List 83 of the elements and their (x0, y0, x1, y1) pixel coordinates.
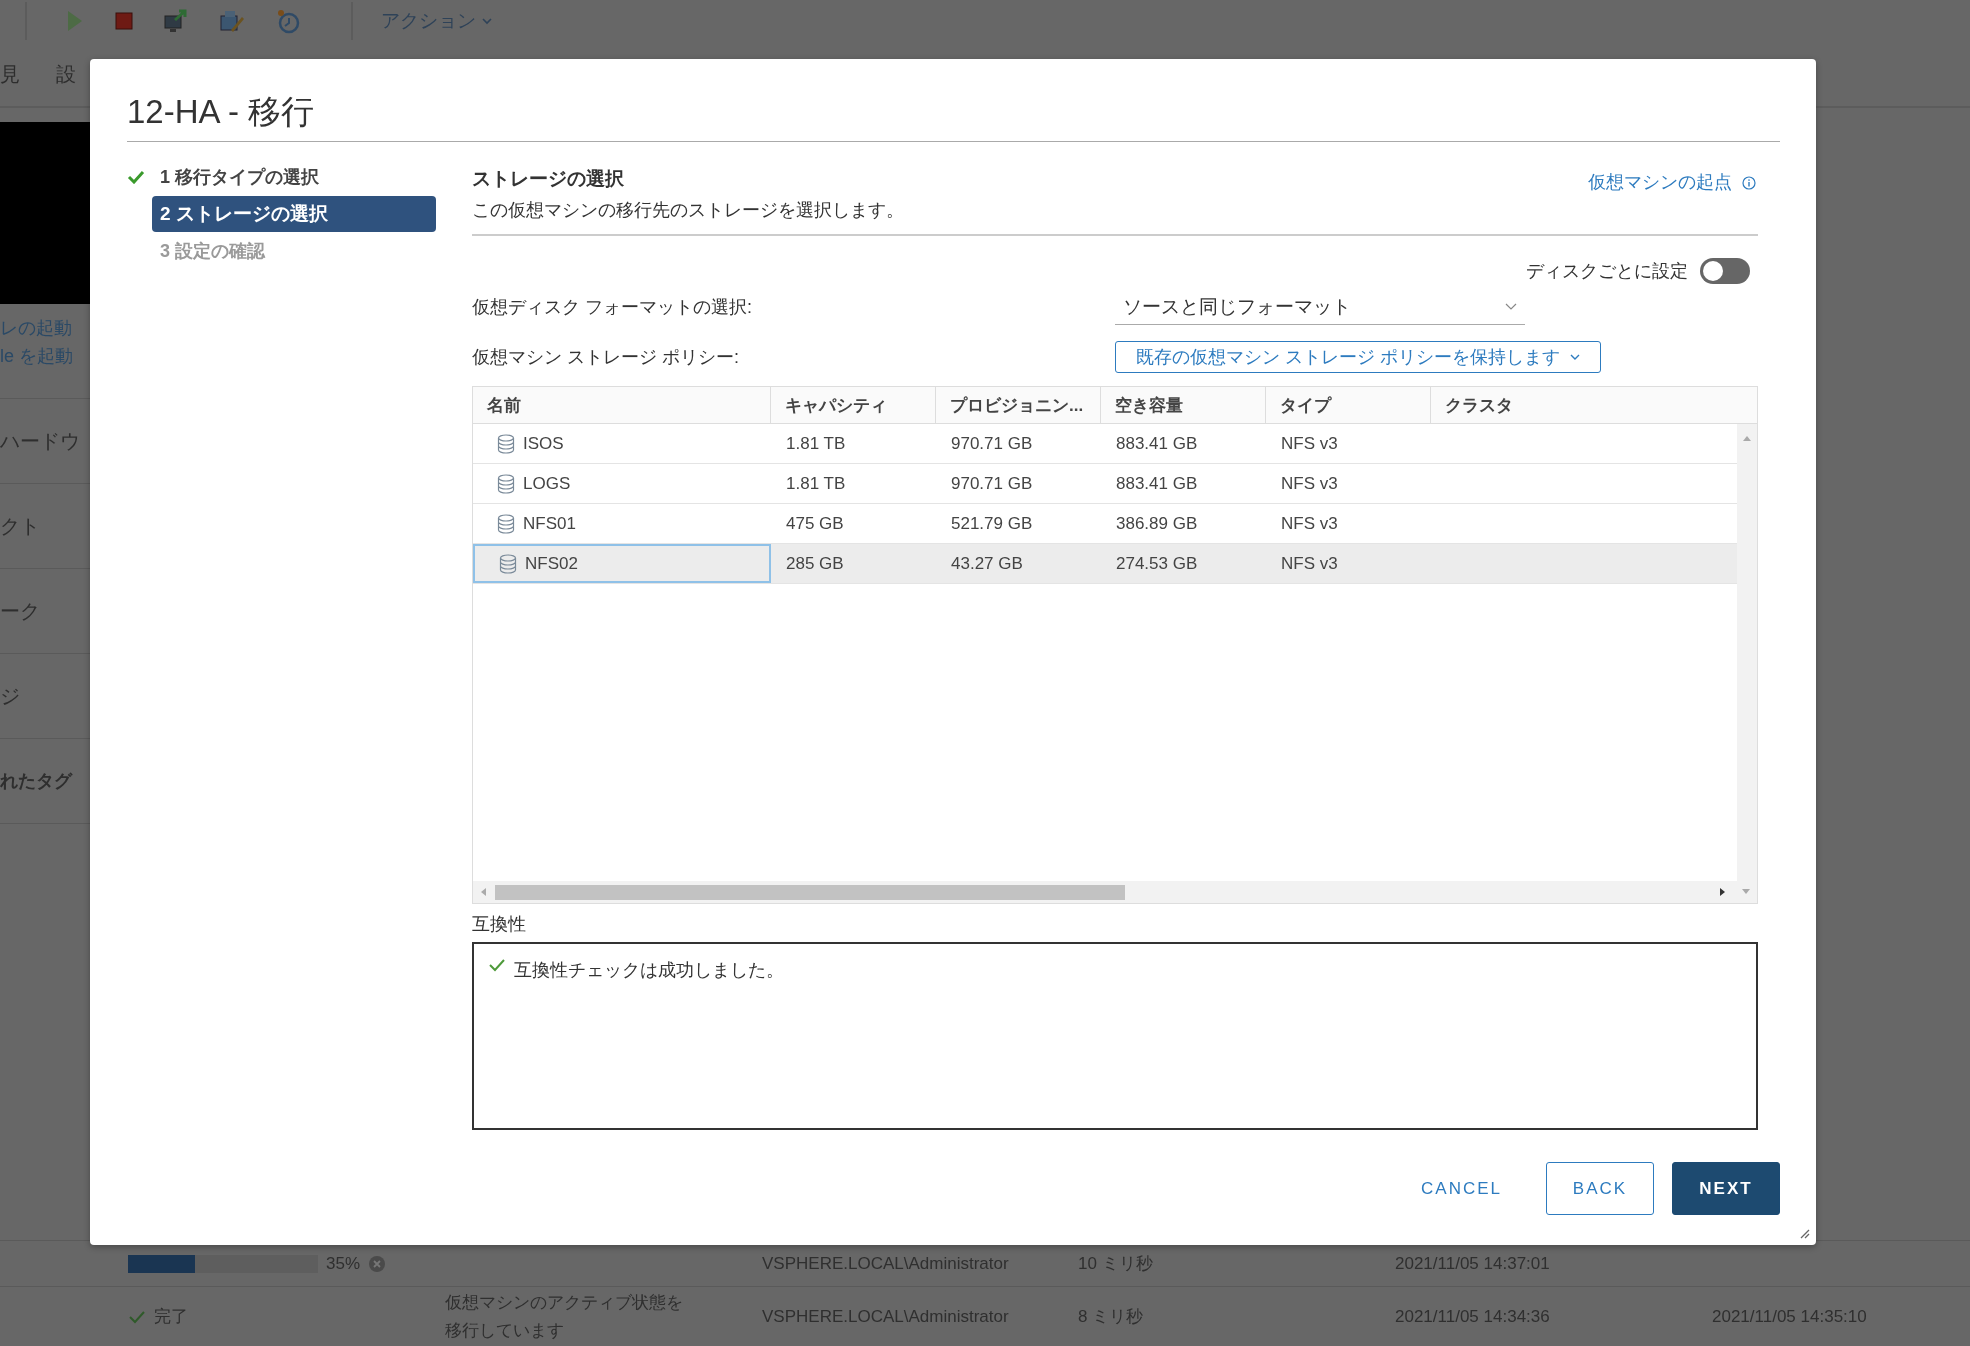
column-header[interactable]: キャパシティ (771, 387, 936, 423)
start-time: 2021/11/05 14:34:36 (1395, 1306, 1550, 1326)
chevron-down-icon (1505, 302, 1517, 311)
table-cell: NFS01 (523, 513, 576, 534)
table-cell-text: 521.79 GB (950, 512, 1034, 535)
panel-label: クト (0, 513, 40, 539)
column-header[interactable]: 空き容量 (1101, 387, 1266, 423)
initiator-text: VSPHERE.LOCAL\Administrator (762, 1253, 1009, 1273)
column-header[interactable]: 名前 (473, 387, 771, 423)
monitor-arrow-icon[interactable] (163, 8, 189, 34)
table-cell-text: 285 GB (785, 552, 845, 575)
section-description: この仮想マシンの移行先のストレージを選択します。 (472, 199, 905, 222)
queued-time: 10 ミリ秒 (1078, 1254, 1153, 1274)
policy-dropdown[interactable]: 既存の仮想マシン ストレージ ポリシーを保持します (1115, 341, 1601, 373)
table-cell: LOGS (523, 473, 571, 494)
dialog-title: 12-HA - 移行 (127, 89, 1780, 142)
scroll-left-icon[interactable] (479, 887, 487, 897)
resize-grip-icon[interactable] (1798, 1227, 1810, 1239)
cancel-icon[interactable] (368, 1254, 387, 1273)
table-cell-text: 970.71 GB (950, 472, 1034, 495)
scroll-up-icon[interactable] (1742, 434, 1752, 442)
info-icon[interactable] (1742, 176, 1756, 190)
table-row[interactable]: ISOS 1.81 TB 970.71 GB 883.41 GB NFS v3 (473, 424, 1737, 464)
horizontal-scrollbar[interactable] (473, 881, 1757, 903)
vertical-scrollbar[interactable] (1737, 424, 1757, 881)
table-cell-text: 274.53 GB (1115, 552, 1199, 575)
table-cell: ISOS (523, 433, 564, 454)
table-cell-text: NFS v3 (1280, 432, 1339, 455)
check-icon (127, 170, 145, 184)
panel-label: ハードウ (0, 428, 80, 454)
scroll-down-icon[interactable] (1741, 888, 1751, 896)
help-link[interactable]: 仮想マシンの起点 (1588, 170, 1732, 194)
status-text: 完了 (154, 1306, 188, 1329)
table-cell-text: 883.41 GB (1115, 432, 1199, 455)
task-details: 移行しています (445, 1319, 565, 1342)
database-icon (499, 553, 517, 574)
section-title: ストレージの選択 (472, 167, 625, 191)
database-icon (497, 433, 515, 454)
toggle-switch[interactable] (1700, 258, 1750, 284)
panel-label: ジ (0, 683, 20, 709)
compatibility-label: 互換性 (472, 913, 527, 936)
queued-time: 8 ミリ秒 (1078, 1307, 1144, 1327)
edit-icon[interactable] (219, 8, 245, 34)
column-header[interactable]: タイプ (1266, 387, 1431, 423)
table-cell: NFS02 (525, 553, 578, 574)
chevron-down-icon (481, 16, 493, 26)
chevron-down-icon (1570, 353, 1580, 361)
table-cell-text: NFS v3 (1280, 512, 1339, 535)
initiator-text: VSPHERE.LOCAL\Administrator (762, 1306, 1009, 1326)
end-time: 2021/11/05 14:35:10 (1712, 1306, 1867, 1326)
scroll-right-icon[interactable] (1719, 887, 1727, 897)
panel-label: ーク (0, 598, 40, 624)
compatibility-message: 互換性チェックは成功しました。 (514, 959, 784, 982)
format-select[interactable]: ソースと同じフォーマット (1115, 289, 1525, 325)
start-time: 2021/11/05 14:37:01 (1395, 1253, 1550, 1273)
column-header[interactable]: プロビジョニン... (936, 387, 1101, 423)
field-label: 仮想ディスク フォーマットの選択: (472, 296, 753, 319)
progress-text: 35% (326, 1253, 361, 1274)
database-icon (497, 513, 515, 534)
button[interactable]: NEXT (1672, 1162, 1780, 1215)
table-cell-text: 1.81 TB (785, 432, 847, 455)
table-cell-text: 475 GB (785, 512, 845, 535)
table-cell-text: NFS v3 (1280, 472, 1339, 495)
table-cell-text: 386.89 GB (1115, 512, 1199, 535)
task-details: 仮想マシンのアクティブ状態を (445, 1291, 684, 1314)
database-icon (497, 473, 515, 494)
table-row[interactable]: NFS02 285 GB 43.27 GB 274.53 GB NFS v3 (473, 544, 1737, 584)
toggle-label: ディスクごとに設定 (1526, 260, 1688, 283)
table-cell-text: 1.81 TB (785, 472, 847, 495)
button[interactable]: BACK (1546, 1162, 1654, 1215)
check-icon (128, 1309, 146, 1324)
table-cell-text: 883.41 GB (1115, 472, 1199, 495)
table-row[interactable]: LOGS 1.81 TB 970.71 GB 883.41 GB NFS v3 (473, 464, 1737, 504)
wizard-step[interactable]: 2 ストレージの選択 (152, 196, 436, 232)
column-header[interactable]: クラスタ (1431, 387, 1757, 423)
field-label: 仮想マシン ストレージ ポリシー: (472, 346, 740, 369)
stop-icon[interactable] (115, 12, 133, 30)
panel-label: れたタグ (0, 770, 72, 793)
wizard-step[interactable]: 1 移行タイプの選択 (152, 160, 436, 194)
table-cell-text: 43.27 GB (950, 552, 1024, 575)
table-cell-text: 970.71 GB (950, 432, 1034, 455)
table-cell-text: NFS v3 (1280, 552, 1339, 575)
snapshot-icon[interactable] (275, 8, 301, 34)
